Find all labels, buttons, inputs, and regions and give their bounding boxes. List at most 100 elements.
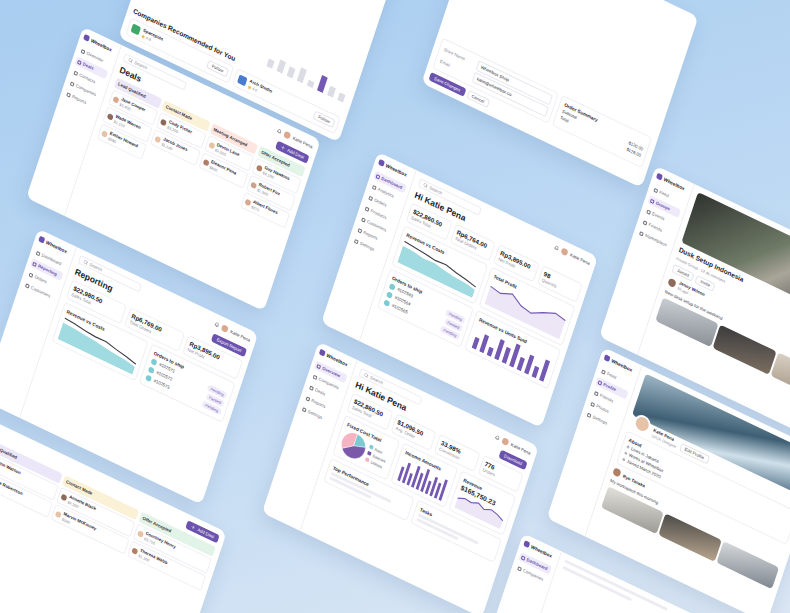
- follow-button[interactable]: Follow: [313, 110, 336, 128]
- button-label: Add Deal: [197, 527, 215, 539]
- plus-icon: [191, 524, 197, 531]
- sidebar-item[interactable]: Settings: [584, 409, 618, 432]
- deal-column: Contact MadeAnnette Black$2,300Marvin Mc…: [51, 475, 140, 554]
- nav-icon: [372, 185, 377, 190]
- avatar-icon: [155, 135, 162, 143]
- user-name: Katie Pena: [230, 329, 251, 343]
- nav-icon: [32, 261, 37, 266]
- sidebar-item-label: Analytics: [377, 187, 394, 199]
- bar: [317, 75, 328, 93]
- box-icon: [145, 374, 152, 382]
- legend: RentSalariesUtilities: [365, 444, 389, 470]
- save-button[interactable]: Save Changes: [429, 72, 466, 97]
- mockup-canvas: Companies Recommended for YouSpacepuls4.…: [0, 0, 790, 613]
- sidebar: WheelboxOverviewDealsContactsCompaniesRe…: [26, 27, 122, 216]
- sidebar-item-label: Marketplace: [644, 233, 667, 248]
- order-row[interactable]: #102571Pending: [150, 357, 227, 399]
- avatar-icon: [107, 112, 114, 120]
- deal-column: Contact MadeCody Fisher$3,200Jacob Jones…: [145, 100, 211, 183]
- button-row: Save ChangesCancel: [429, 72, 641, 180]
- nav-icon: [313, 374, 318, 379]
- nav-icon: [316, 364, 321, 369]
- avatar-icon: [667, 277, 676, 288]
- follow-button[interactable]: Follow: [206, 60, 229, 78]
- deal-card[interactable]: Albert Flores$675: [240, 192, 290, 229]
- search-icon: [128, 57, 134, 64]
- avatar-icon: [560, 247, 568, 256]
- sidebar-item-label: Feed: [606, 371, 617, 380]
- nav-icon: [25, 283, 30, 288]
- company-logo-icon: [130, 24, 141, 36]
- logo-icon: [656, 173, 663, 181]
- nav-icon: [309, 385, 314, 390]
- avatar-icon: [244, 198, 251, 206]
- avatar-icon: [61, 493, 68, 501]
- sidebar-item[interactable]: Settings: [300, 404, 334, 427]
- bar: [479, 334, 489, 353]
- edit-profile-button[interactable]: Edit Profile: [679, 443, 710, 464]
- bar: [539, 359, 550, 382]
- search-placeholder: Search: [370, 375, 384, 385]
- line: [488, 283, 566, 329]
- panel-title: Order Summary: [564, 102, 647, 146]
- nav-icon: [587, 412, 592, 417]
- background: Companies Recommended for YouSpacepuls4.…: [0, 0, 790, 613]
- stat-card: Rp6,764.00Total Orders: [449, 223, 495, 261]
- text-field[interactable]: katie@wheelbox.co: [472, 72, 549, 117]
- bar: [287, 66, 296, 78]
- placeholder-line: [563, 566, 632, 601]
- sidebar-item[interactable]: Customers: [23, 280, 57, 303]
- deal-card[interactable]: Jacob Jones$1,540: [150, 129, 200, 166]
- avatar-icon: [113, 95, 120, 103]
- bell-icon: [494, 435, 500, 442]
- sidebar-item-label: Feed: [659, 190, 670, 199]
- avatar-icon: [221, 324, 229, 333]
- nav-icon: [650, 198, 655, 203]
- avatar-icon: [137, 530, 144, 538]
- summary-row: Total$128.00: [559, 115, 641, 158]
- legend-swatch: [367, 451, 372, 456]
- sidebar-item[interactable]: Marketplace: [637, 228, 671, 251]
- nav-icon: [365, 206, 370, 211]
- avatar-icon: [501, 437, 509, 446]
- placeholder-line: [331, 472, 392, 503]
- box-icon: [386, 291, 393, 299]
- stat-card: $1,096.50Avg. Order: [390, 413, 436, 451]
- line: [457, 494, 505, 521]
- sidebar-item-label: Dashboard: [526, 557, 548, 571]
- bar: [502, 347, 511, 364]
- button-label: Add Deal: [287, 147, 305, 159]
- revenue-line: [61, 318, 139, 364]
- logo-text: Wheelbox: [530, 544, 553, 559]
- sidebar-item-label: Companies: [75, 83, 97, 97]
- nav-icon: [70, 81, 75, 86]
- star-icon: [247, 84, 252, 89]
- bar: [438, 479, 447, 501]
- box-icon: [383, 299, 390, 307]
- nav-icon: [643, 220, 648, 225]
- sidebar-item-label: Deals: [314, 387, 326, 396]
- search-placeholder: Search: [134, 60, 148, 70]
- rating-value: 4.8: [145, 35, 151, 42]
- sidebar-item[interactable]: Settings: [352, 235, 386, 258]
- stat-label: Orders: [482, 467, 517, 487]
- nav-icon: [368, 195, 373, 200]
- nav-icon: [29, 272, 34, 277]
- bullet-icon: [624, 451, 628, 455]
- placeholder-line: [418, 513, 479, 544]
- nav-icon: [358, 228, 363, 233]
- avatar-icon: [101, 130, 108, 138]
- legend-swatch: [369, 444, 374, 449]
- sidebar-item-label: Settings: [307, 409, 323, 420]
- deal-column: Lead QualifiedJane Cooper$2,400Wade Warr…: [97, 77, 163, 160]
- cancel-button[interactable]: Cancel: [466, 90, 490, 108]
- sidebar-item-label: Reports: [311, 398, 326, 409]
- deal-card[interactable]: Eleanor Pena$890: [198, 152, 248, 189]
- bell-icon: [214, 321, 220, 328]
- search-icon: [363, 372, 369, 379]
- bar: [524, 354, 534, 374]
- stat-row: $22,860.50Sales Total$1,096.50Avg. Order…: [347, 392, 524, 492]
- deal-column: Meeting ArrangedDevon Lane$2,050Eleanor …: [192, 123, 258, 206]
- box-icon: [148, 366, 155, 374]
- user-menu[interactable]: Katie Pena: [553, 244, 590, 267]
